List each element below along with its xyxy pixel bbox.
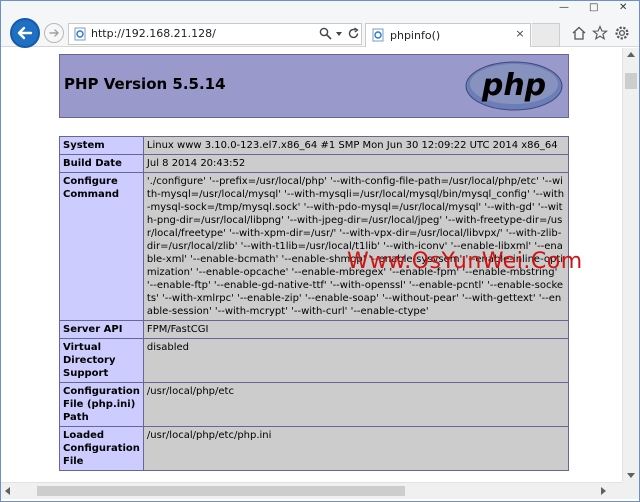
row-value: './configure' '--prefix=/usr/local/php' … [142, 172, 570, 321]
table-row: Virtual Directory Support disabled [59, 338, 570, 383]
toolbar-icons [571, 25, 635, 45]
row-label: Configuration File (php.ini) Path [59, 382, 144, 427]
tab-title: phpinfo() [390, 29, 441, 42]
ie-page-icon [74, 27, 86, 41]
star-icon[interactable] [592, 25, 608, 41]
browser-window: — □ ✕ http://192.168.21.128/ phpinfo() ×… [0, 0, 640, 502]
forward-arrow-icon [49, 29, 59, 37]
maximize-button[interactable]: □ [589, 3, 598, 13]
row-value: /usr/local/php/etc/php.ini [142, 426, 570, 471]
table-row: Server API FPM/FastCGI [59, 320, 570, 339]
table-row: Configure Command './configure' '--prefi… [59, 172, 570, 321]
table-row: Loaded Configuration File /usr/local/php… [59, 426, 570, 471]
table-row: Configuration File (php.ini) Path /usr/l… [59, 382, 570, 427]
gear-icon[interactable] [614, 25, 630, 41]
row-label: Virtual Directory Support [59, 338, 144, 383]
row-label: Build Date [59, 154, 144, 173]
table-row: Build Date Jul 8 2014 20:43:52 [59, 154, 570, 173]
horizontal-scrollbar[interactable] [1, 482, 622, 499]
chevron-down-icon[interactable] [335, 30, 343, 38]
php-logo-text: php [481, 68, 546, 103]
row-label: Loaded Configuration File [59, 426, 144, 471]
row-value: Linux www 3.10.0-123.el7.x86_64 #1 SMP M… [142, 136, 570, 155]
row-label: Server API [59, 320, 144, 339]
table-row: System Linux www 3.10.0-123.el7.x86_64 #… [59, 136, 570, 155]
scroll-down-arrow[interactable] [627, 473, 635, 478]
scroll-up-arrow[interactable] [627, 52, 635, 57]
vertical-scroll-thumb[interactable] [625, 73, 637, 89]
page-content: PHP Version 5.5.14 php System Linux www … [1, 48, 622, 482]
row-value: /usr/local/php/etc [142, 382, 570, 427]
row-value: Jul 8 2014 20:43:52 [142, 154, 570, 173]
new-tab-button[interactable] [532, 23, 560, 47]
forward-button[interactable] [44, 23, 64, 43]
minimize-button[interactable]: — [559, 3, 569, 13]
tab-close-button[interactable]: × [514, 28, 526, 40]
horizontal-scroll-thumb[interactable] [37, 486, 405, 496]
page-title: PHP Version 5.5.14 [64, 75, 226, 93]
window-controls: — □ ✕ [557, 1, 640, 15]
refresh-icon[interactable] [347, 27, 360, 40]
php-logo: php [465, 61, 563, 111]
watermark-text: Www.OsYunWei.Com [347, 249, 583, 274]
php-info-table: System Linux www 3.10.0-123.el7.x86_64 #… [59, 136, 570, 471]
ie-page-icon [372, 28, 384, 42]
search-icon[interactable] [319, 27, 332, 40]
row-label: Configure Command [59, 172, 144, 321]
back-arrow-icon [17, 26, 33, 40]
back-button[interactable] [10, 18, 40, 48]
scroll-right-arrow[interactable] [601, 487, 606, 495]
address-url[interactable]: http://192.168.21.128/ [91, 27, 216, 40]
close-window-button[interactable]: ✕ [619, 3, 627, 13]
row-label: System [59, 136, 144, 155]
home-icon[interactable] [571, 25, 587, 41]
tab-phpinfo[interactable]: phpinfo() × [365, 23, 531, 47]
vertical-scrollbar[interactable] [622, 48, 639, 482]
php-version-header: PHP Version 5.5.14 php [59, 54, 569, 118]
scroll-left-arrow[interactable] [5, 487, 10, 495]
row-value: FPM/FastCGI [142, 320, 570, 339]
row-value: disabled [142, 338, 570, 383]
address-bar[interactable]: http://192.168.21.128/ [68, 23, 362, 45]
navigation-bar: — □ ✕ http://192.168.21.128/ phpinfo() × [1, 1, 640, 48]
scrollbar-corner [622, 482, 639, 499]
